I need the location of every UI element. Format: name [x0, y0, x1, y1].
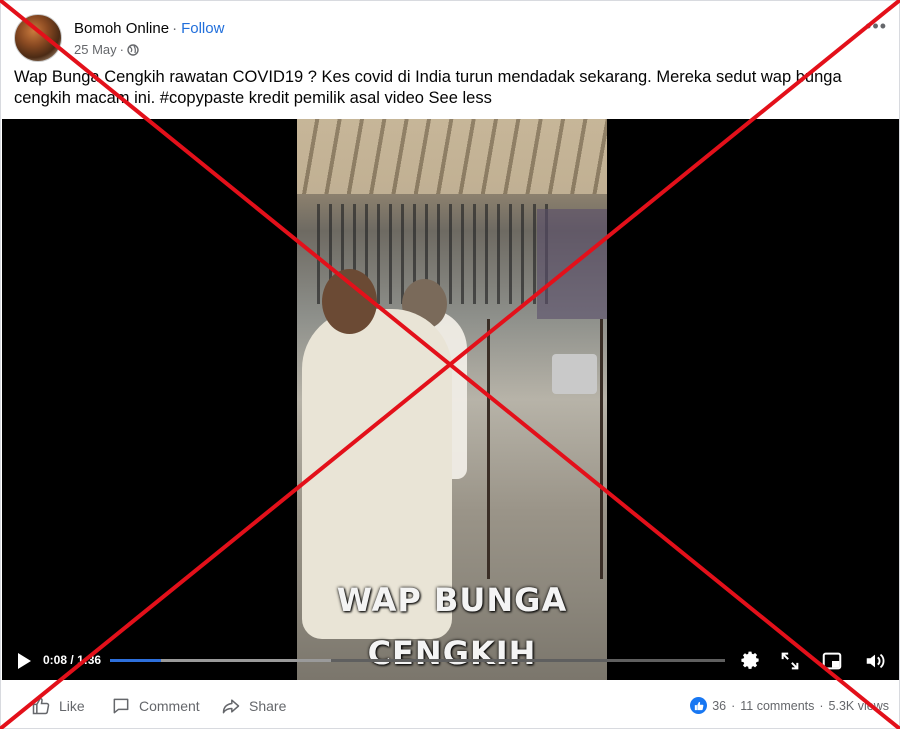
meta-separator: · [119, 42, 124, 57]
comment-label: Comment [139, 698, 200, 714]
time-separator: / [70, 653, 74, 667]
share-label: Share [249, 698, 287, 714]
facebook-post: Bomoh Online · Follow 25 May · ••• Wap Bun… [0, 0, 900, 729]
volume-icon[interactable] [864, 650, 886, 672]
views-count: 5.3K views [828, 698, 889, 713]
reaction-count[interactable]: 36 [712, 699, 726, 713]
video-player[interactable]: WAP BUNGA CENGKIH 0:08 / 1:36 [2, 119, 899, 680]
fullscreen-icon[interactable] [779, 650, 801, 672]
post-stats: 36 · 11 comments · 5.3K views [690, 697, 889, 714]
comments-count[interactable]: 11 comments [740, 699, 814, 713]
page-name-link[interactable]: Bomoh Online [74, 20, 169, 37]
picture-in-picture-icon[interactable] [821, 650, 843, 672]
progress-played [110, 659, 162, 662]
scene-pot [552, 354, 597, 394]
like-label: Like [59, 698, 85, 714]
post-action-bar: Like Comment Share 36 · 11 comments · 5.… [1, 681, 899, 728]
comment-button[interactable]: Comment [111, 696, 200, 716]
like-reaction-icon [690, 697, 708, 714]
scene-head-front [322, 269, 377, 334]
see-less-link[interactable]: See less [429, 89, 492, 107]
share-icon [222, 699, 240, 714]
current-time: 0:08 [43, 653, 68, 667]
video-frame: WAP BUNGA CENGKIH [297, 119, 607, 680]
stat-separator: · [731, 698, 736, 713]
duration: 1:36 [77, 653, 102, 667]
share-button[interactable]: Share [221, 696, 286, 716]
progress-bar[interactable] [110, 659, 725, 662]
more-horizontal-icon[interactable]: ••• [865, 17, 887, 35]
comment-icon [113, 698, 129, 714]
like-button[interactable]: Like [31, 696, 85, 716]
play-icon[interactable] [18, 653, 31, 669]
scene-wall [537, 209, 607, 319]
post-caption: Wap Bunga Cengkih rawatan COVID19 ? Kes … [14, 67, 889, 109]
header-separator: · [172, 20, 178, 37]
video-time: 0:08 / 1:36 [43, 653, 101, 667]
stat-separator: · [819, 698, 824, 713]
thumbs-up-icon [32, 697, 50, 715]
video-overlay-text-line1: WAP BUNGA [336, 581, 568, 619]
post-date[interactable]: 25 May [74, 42, 117, 57]
page-avatar[interactable] [14, 14, 62, 62]
video-controls: 0:08 / 1:36 [2, 644, 899, 680]
follow-button[interactable]: Follow [181, 20, 224, 37]
globe-icon [127, 43, 139, 56]
post-meta: 25 May · [74, 42, 139, 57]
settings-icon[interactable] [740, 650, 762, 672]
post-header-line: Bomoh Online · Follow [74, 20, 224, 37]
scene-ceiling [297, 119, 607, 194]
